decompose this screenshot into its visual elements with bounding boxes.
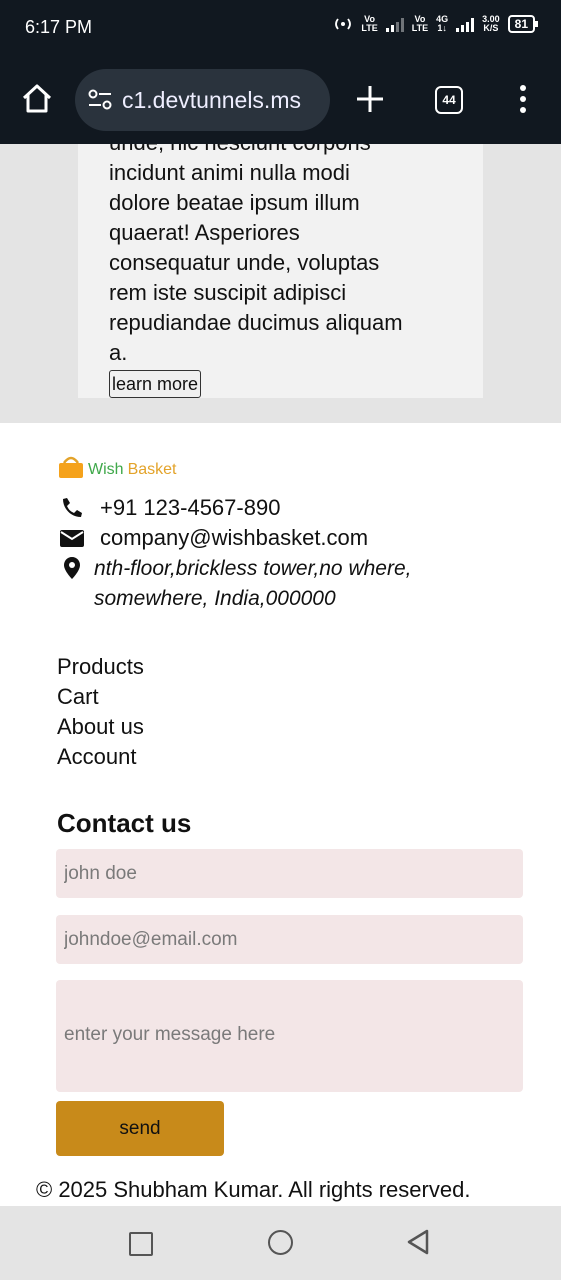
address: nth-floor,brickless tower,no where, some… (94, 554, 411, 614)
battery-icon: 81 (507, 15, 539, 33)
contact-title: Contact us (57, 808, 192, 838)
phone-row: +91 123-4567-890 (58, 495, 280, 521)
brand-logo[interactable]: Wish Basket (58, 455, 176, 479)
card-line: a. (109, 340, 128, 365)
nav-link-products[interactable]: Products (57, 652, 144, 682)
card-description: unde, nic nesciunt corporis incidunt ani… (109, 144, 459, 398)
address-bar[interactable]: c1.devtunnels.ms (75, 69, 330, 131)
phone-number[interactable]: +91 123-4567-890 (100, 495, 280, 521)
status-bar: 6:17 PM Vo LTE Vo LTE 4G 1↓ 3.00 K/S 81 (0, 0, 561, 56)
status-time: 6:17 PM (25, 17, 93, 37)
learn-more-button[interactable]: learn more (109, 370, 202, 398)
copyright: © 2025 Shubham Kumar. All rights reserve… (36, 1177, 471, 1202)
address-line: somewhere, India,000000 (94, 587, 336, 610)
card-line: rem iste suscipit adipisci (109, 280, 347, 305)
plus-icon[interactable] (354, 83, 386, 115)
message-textarea[interactable] (56, 980, 523, 1092)
nav-link-account[interactable]: Account (57, 742, 144, 772)
card-line: incidunt animi nulla modi (109, 160, 350, 185)
card-line: quaerat! Asperiores (109, 220, 300, 245)
info-card: unde, nic nesciunt corporis incidunt ani… (78, 144, 483, 398)
status-icons: Vo LTE Vo LTE 4G 1↓ 3.00 K/S 81 (333, 14, 539, 33)
nav-link-about-us[interactable]: About us (57, 712, 144, 742)
email-address[interactable]: company@wishbasket.com (100, 525, 368, 551)
card-line: consequatur unde, voluptas (109, 250, 380, 275)
recents-square-icon[interactable] (129, 1232, 153, 1256)
more-vertical-icon[interactable] (518, 85, 528, 115)
email-row: company@wishbasket.com (58, 525, 368, 551)
phone-icon (58, 496, 86, 520)
sim2-volte-label: Vo LTE (411, 14, 429, 33)
send-button[interactable]: send (56, 1101, 224, 1156)
brand-basket: Basket (127, 461, 177, 478)
address-line: nth-floor,brickless tower,no where, (94, 557, 412, 580)
card-line: unde, nic nesciunt corporis (109, 144, 459, 158)
address-row: nth-floor,brickless tower,no where, some… (58, 554, 411, 614)
home-circle-icon[interactable] (268, 1230, 293, 1255)
content-section: unde, nic nesciunt corporis incidunt ani… (0, 144, 561, 423)
brand-wish: Wish (88, 461, 124, 478)
map-pin-icon (58, 556, 86, 580)
card-line: repudiandae ducimus aliquam (109, 310, 403, 335)
home-icon[interactable] (20, 82, 54, 116)
data-speed-label: 3.00 K/S (482, 14, 500, 33)
sim1-volte-label: Vo LTE (361, 14, 378, 33)
signal-icon (456, 16, 475, 32)
email-input[interactable] (56, 915, 523, 964)
footer-nav: Products Cart About us Account (57, 652, 144, 772)
hotspot-icon (335, 18, 352, 30)
basket-icon (59, 456, 83, 478)
browser-toolbar: c1.devtunnels.ms 44 (0, 56, 561, 144)
network-type-label: 4G 1↓ (436, 14, 449, 33)
envelope-icon (58, 526, 86, 550)
footer: Wish Basket +91 123-4567-890 company@wis… (0, 423, 561, 1206)
signal-icon (385, 16, 404, 32)
tab-switcher-button[interactable]: 44 (435, 86, 463, 114)
name-input[interactable] (56, 849, 523, 898)
url-text[interactable]: c1.devtunnels.ms (122, 87, 322, 114)
back-triangle-icon[interactable] (406, 1229, 430, 1255)
card-line: dolore beatae ipsum illum (109, 190, 360, 215)
tune-icon[interactable] (88, 89, 112, 111)
nav-link-cart[interactable]: Cart (57, 682, 144, 712)
system-nav-bar (0, 1206, 561, 1280)
